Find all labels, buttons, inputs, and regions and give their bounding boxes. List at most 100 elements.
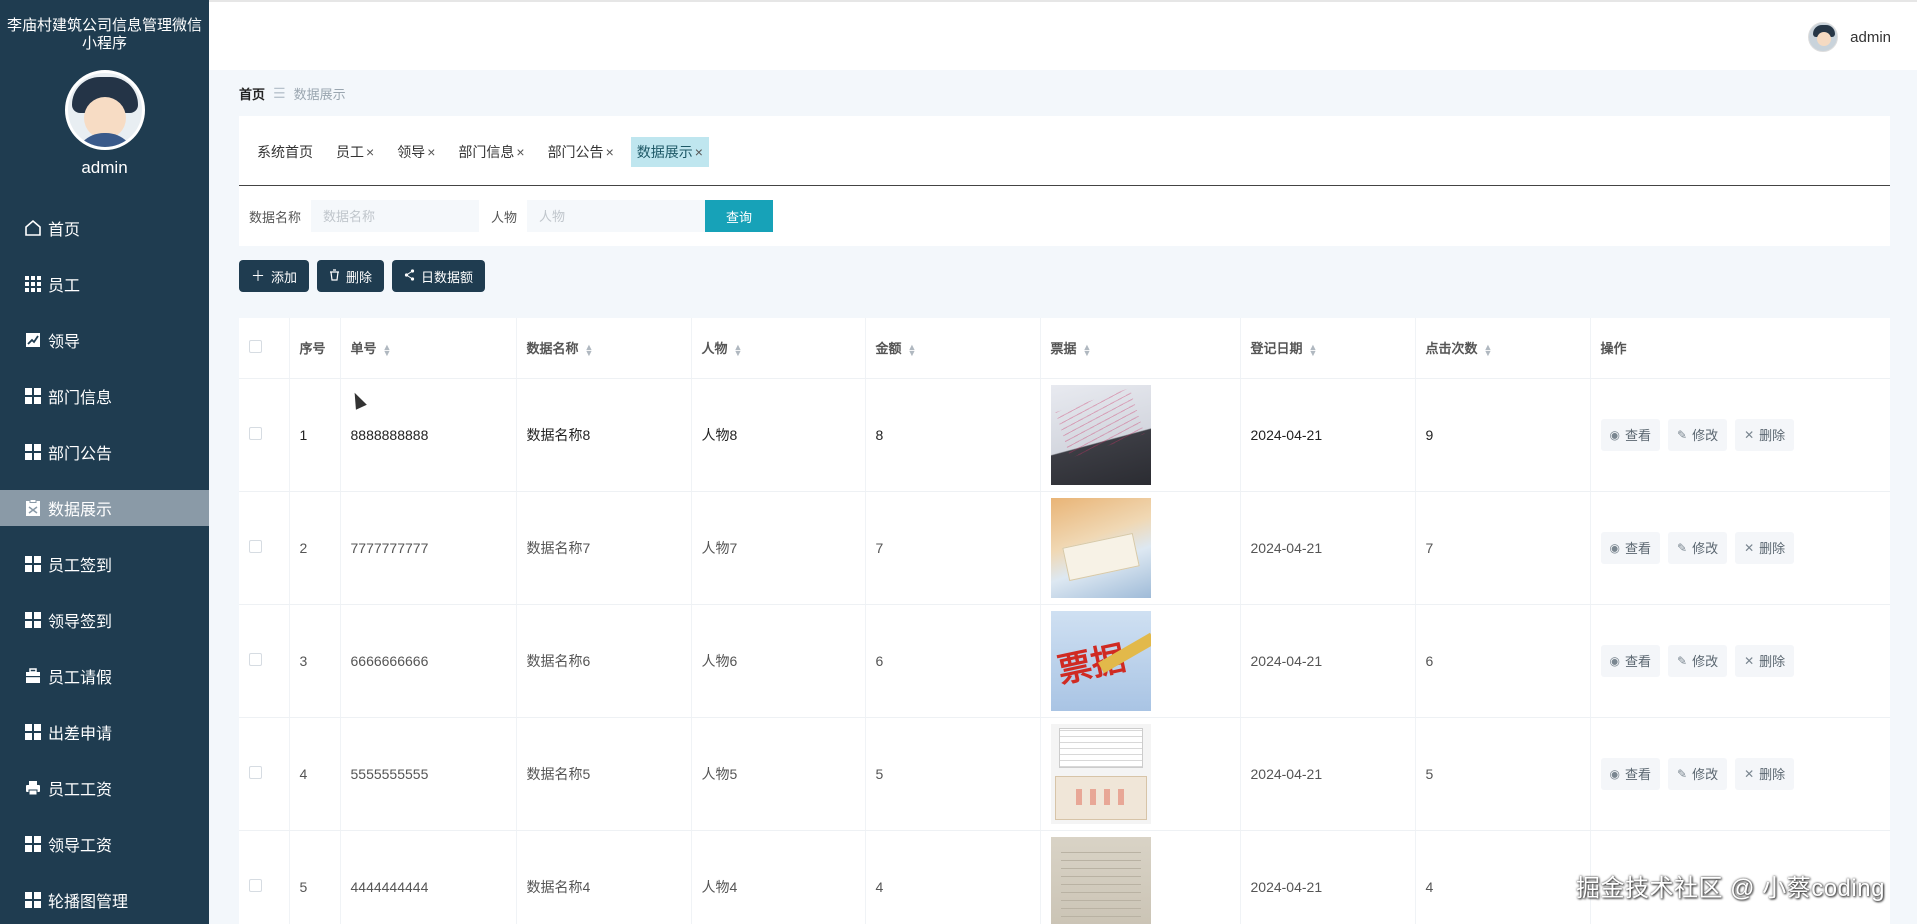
sidebar-user-name: admin (81, 158, 128, 177)
view-button[interactable]: ◉ 查看 (1600, 757, 1660, 790)
sidebar-item-employee-salary[interactable]: 员工工资 (0, 760, 209, 816)
person-input[interactable] (527, 200, 706, 232)
sidebar-item-label: 员工 (48, 278, 81, 295)
sort-icon: ▲ ▼ (382, 341, 392, 358)
cell-clicks: 4 (1415, 830, 1591, 924)
grid-icon (24, 555, 42, 573)
tab-department-notice[interactable]: 部门公告 × (542, 137, 620, 167)
receipt-image[interactable] (1050, 723, 1151, 824)
edit-icon: ✎ (1677, 540, 1688, 555)
row-delete-button[interactable]: ✕ 删除 (1735, 644, 1795, 677)
sort-icon: ▲ ▼ (1082, 341, 1092, 358)
sidebar-item-home[interactable]: 首页 (0, 200, 209, 256)
sidebar-menu: 首页 员工 领导 部门信息 部门公告 数据展示 员工签到 领导签到 员工请假 出… (0, 200, 209, 924)
sidebar-item-label: 首页 (48, 222, 81, 239)
column-header-order-no[interactable]: 单号 ▲ ▼ (340, 318, 517, 379)
tab-label: 部门公告 (547, 144, 604, 160)
data-name-input[interactable] (311, 200, 480, 232)
close-icon: ✕ (1744, 653, 1755, 668)
sidebar-item-department-info[interactable]: 部门信息 (0, 368, 209, 424)
receipt-image[interactable] (1050, 836, 1151, 924)
sidebar-item-department-notice[interactable]: 部门公告 (0, 424, 209, 480)
cell-person: 人物7 (691, 491, 866, 605)
breadcrumb-home[interactable]: 首页 (239, 84, 265, 103)
sidebar-item-leader-checkin[interactable]: 领导签到 (0, 592, 209, 648)
column-header-data-name[interactable]: 数据名称 ▲ ▼ (516, 318, 692, 379)
tab-system-home[interactable]: 系统首页 (251, 137, 319, 167)
sidebar-item-carousel[interactable]: 轮播图管理 (0, 872, 209, 924)
sidebar-item-data-display[interactable]: 数据展示 (0, 490, 209, 526)
sort-icon: ▲ ▼ (733, 341, 743, 358)
sidebar-item-label: 员工请假 (48, 670, 113, 687)
row-delete-button[interactable]: ✕ 删除 (1735, 531, 1795, 564)
view-button[interactable]: ◉ 查看 (1600, 531, 1660, 564)
sidebar-item-leader-salary[interactable]: 领导工资 (0, 816, 209, 872)
sidebar-item-employee-checkin[interactable]: 员工签到 (0, 536, 209, 592)
header-user-name: admin (1850, 28, 1891, 46)
daily-amount-button[interactable]: 日数据额 (392, 260, 486, 292)
row-checkbox[interactable] (239, 378, 290, 492)
header-user-menu[interactable]: admin (1808, 22, 1891, 52)
edit-button[interactable]: ✎ 修改 (1668, 531, 1728, 564)
tab-label: 领导 (397, 144, 426, 160)
column-header-date[interactable]: 登记日期 ▲ ▼ (1240, 318, 1416, 379)
row-checkbox[interactable] (239, 717, 290, 831)
cell-clicks: 6 (1415, 604, 1591, 718)
close-icon[interactable]: × (516, 144, 524, 160)
row-checkbox[interactable] (239, 491, 290, 605)
row-checkbox[interactable] (239, 830, 290, 924)
edit-button[interactable]: ✎ 修改 (1668, 418, 1728, 451)
cell-operations: ◉ 查看 ✎ 修改 ✕ 删除 (1590, 717, 1890, 831)
sort-icon: ▲ ▼ (907, 341, 917, 358)
close-icon[interactable]: × (606, 144, 614, 160)
select-all-checkbox[interactable] (239, 318, 290, 379)
grid-icon (24, 835, 42, 853)
breadcrumb-current: 数据展示 (293, 87, 346, 102)
delete-button-label: 删除 (346, 269, 373, 285)
column-header-index: 序号 (289, 318, 341, 379)
delete-button[interactable]: 删除 (317, 260, 385, 292)
cell-amount: 7 (865, 491, 1041, 605)
cell-clicks: 7 (1415, 491, 1591, 605)
row-checkbox[interactable] (239, 604, 290, 718)
view-button[interactable]: ◉ 查看 (1600, 418, 1660, 451)
cell-data-name: 数据名称8 (516, 378, 692, 492)
column-header-clicks[interactable]: 点击次数 ▲ ▼ (1415, 318, 1591, 379)
column-header-amount[interactable]: 金额 ▲ ▼ (865, 318, 1041, 379)
add-button[interactable]: ＋ 添加 (239, 260, 310, 292)
table-row: 2 7777777777 数据名称7 人物7 7 2024-04-21 7 ◉ 查… (239, 491, 1890, 605)
table-row: 3 6666666666 数据名称6 人物6 6 票据 2024-04-21 6… (239, 604, 1890, 718)
cell-date: 2024-04-21 (1240, 491, 1416, 605)
cell-receipt (1040, 717, 1241, 831)
search-form: 数据名称 人物 查询 (239, 186, 1890, 246)
daily-amount-button-label: 日数据额 (421, 269, 474, 285)
person-label: 人物 (491, 209, 518, 225)
eye-icon: ◉ (1609, 653, 1620, 668)
tab-department-info[interactable]: 部门信息 × (452, 137, 530, 167)
tab-data-display[interactable]: 数据展示 × (630, 137, 709, 167)
close-icon[interactable]: × (695, 144, 703, 160)
column-header-person[interactable]: 人物 ▲ ▼ (691, 318, 866, 379)
query-button[interactable]: 查询 (705, 200, 774, 232)
app-title: 李庙村建筑公司信息管理微信小程序 (6, 17, 202, 52)
tab-employee[interactable]: 员工 × (330, 137, 380, 167)
close-icon[interactable]: × (366, 144, 374, 160)
cell-person: 人物8 (691, 378, 866, 492)
column-header-receipt[interactable]: 票据 ▲ ▼ (1040, 318, 1241, 379)
sidebar-item-business-trip[interactable]: 出差申请 (0, 704, 209, 760)
close-icon[interactable]: × (427, 144, 435, 160)
sidebar-item-employee-leave[interactable]: 员工请假 (0, 648, 209, 704)
edit-button[interactable]: ✎ 修改 (1668, 757, 1728, 790)
sidebar-item-leader[interactable]: 领导 (0, 312, 209, 368)
view-button[interactable]: ◉ 查看 (1600, 644, 1660, 677)
sidebar-item-employee[interactable]: 员工 (0, 256, 209, 312)
receipt-image[interactable] (1050, 497, 1151, 598)
receipt-image[interactable] (1050, 384, 1151, 485)
receipt-image[interactable]: 票据 (1050, 610, 1151, 711)
sidebar-item-label: 领导 (48, 334, 81, 351)
row-delete-button[interactable]: ✕ 删除 (1735, 757, 1795, 790)
cell-order-no: 8888888888 (340, 378, 517, 492)
tab-leader[interactable]: 领导 × (391, 137, 441, 167)
row-delete-button[interactable]: ✕ 删除 (1735, 418, 1795, 451)
edit-button[interactable]: ✎ 修改 (1668, 644, 1728, 677)
